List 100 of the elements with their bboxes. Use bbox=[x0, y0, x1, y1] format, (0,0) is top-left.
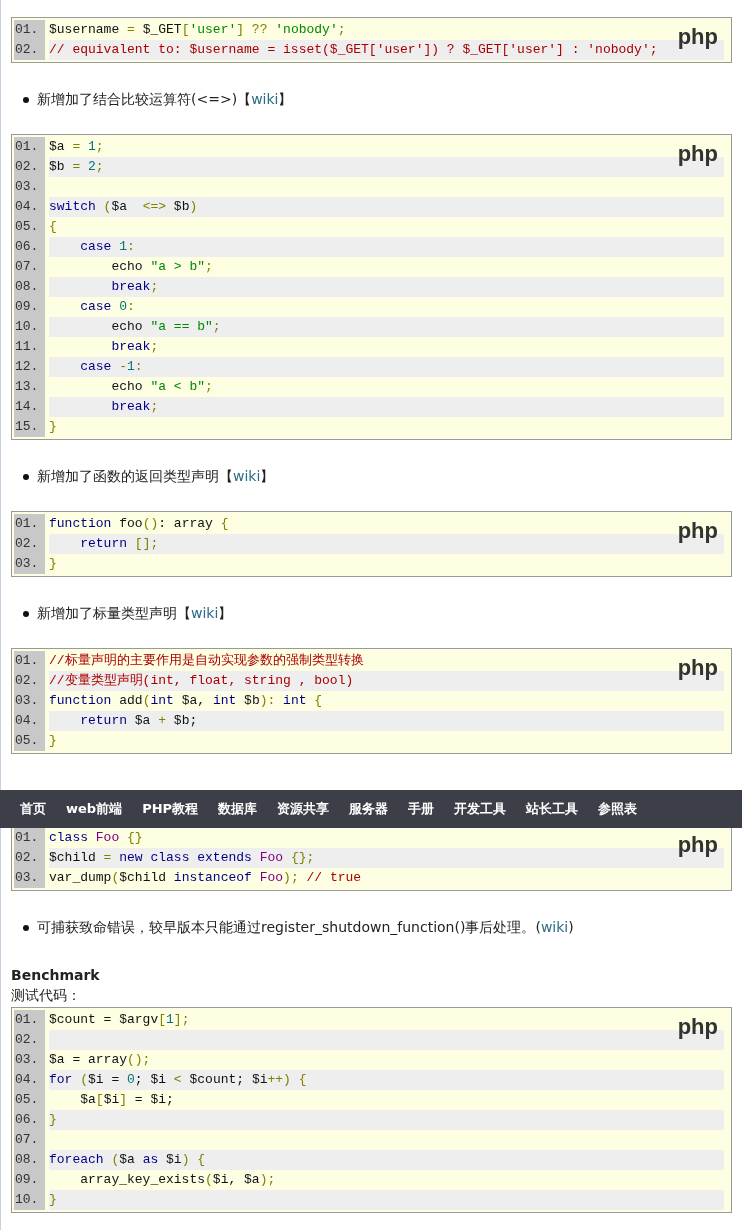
code-line: var_dump($child instanceof Foo); // true bbox=[49, 870, 362, 885]
nav-link[interactable]: 手册 bbox=[408, 800, 435, 818]
code-line: foreach ($a as $i) { bbox=[49, 1152, 206, 1167]
nav-link[interactable]: web前端 bbox=[66, 800, 123, 818]
code-line: case 1: bbox=[79, 239, 135, 254]
line-number: 09. bbox=[14, 297, 45, 317]
bullet-icon bbox=[23, 474, 29, 480]
line-number: 03. bbox=[14, 1050, 45, 1070]
line-number: 05. bbox=[14, 731, 45, 751]
line-number: 01. bbox=[14, 828, 45, 848]
code-line: function foo(): array { bbox=[49, 516, 229, 531]
language-label: php bbox=[677, 1014, 718, 1040]
line-number: 02. bbox=[14, 40, 45, 60]
code-line: case 0: bbox=[79, 299, 135, 314]
line-number: 06. bbox=[14, 237, 45, 257]
line-number: 02. bbox=[14, 534, 45, 554]
line-number: 08. bbox=[14, 277, 45, 297]
code-line: $count = $argv[1]; bbox=[49, 1012, 190, 1027]
wiki-link[interactable]: wiki bbox=[251, 91, 279, 107]
code-line: $a = array(); bbox=[49, 1052, 151, 1067]
line-number: 01. bbox=[14, 514, 45, 534]
line-number: 11. bbox=[14, 337, 45, 357]
line-number: 10. bbox=[14, 1190, 45, 1210]
code-line: { bbox=[49, 219, 57, 234]
line-number: 07. bbox=[14, 1130, 45, 1150]
line-number: 06. bbox=[14, 1110, 45, 1130]
code-line: } bbox=[49, 1112, 57, 1127]
code-line: echo "a > b"; bbox=[110, 259, 213, 274]
code-line: break; bbox=[110, 399, 159, 414]
line-number: 10. bbox=[14, 317, 45, 337]
nav-link[interactable]: 资源共享 bbox=[277, 800, 330, 818]
list-text: 新增加了结合比较运算符(<=>)【wiki】 bbox=[37, 91, 293, 109]
language-label: php bbox=[677, 832, 718, 858]
nav-link[interactable]: 开发工具 bbox=[454, 800, 507, 818]
nav-link[interactable]: PHP教程 bbox=[142, 800, 199, 818]
line-number: 04. bbox=[14, 197, 45, 217]
line-number: 05. bbox=[14, 1090, 45, 1110]
code-line: } bbox=[49, 733, 57, 748]
nav-link[interactable]: 服务器 bbox=[349, 800, 389, 818]
code-line: $username = $_GET['user'] ?? 'nobody'; bbox=[49, 22, 346, 37]
code-line: echo "a < b"; bbox=[110, 379, 213, 394]
line-number: 05. bbox=[14, 217, 45, 237]
line-number: 01. bbox=[14, 137, 45, 157]
line-number: 04. bbox=[14, 711, 45, 731]
code-line: $a = 1; bbox=[49, 139, 104, 154]
line-number: 12. bbox=[14, 357, 45, 377]
line-number: 04. bbox=[14, 1070, 45, 1090]
code-line: class Foo {} bbox=[49, 830, 143, 845]
code-line: function add(int $a, int $b): int { bbox=[49, 693, 323, 708]
list-text: 新增加了函数的返回类型声明【wiki】 bbox=[37, 468, 275, 486]
language-label: php bbox=[677, 141, 718, 167]
line-number: 03. bbox=[14, 691, 45, 711]
code-line: break; bbox=[110, 339, 159, 354]
line-number: 07. bbox=[14, 257, 45, 277]
code-line: return []; bbox=[79, 536, 159, 551]
bullet-icon bbox=[23, 611, 29, 617]
line-number: 01. bbox=[14, 1010, 45, 1030]
code-line: echo "a == b"; bbox=[110, 319, 221, 334]
line-number: 13. bbox=[14, 377, 45, 397]
line-number: 08. bbox=[14, 1150, 45, 1170]
code-line: $a[$i] = $i; bbox=[79, 1092, 174, 1107]
line-number: 02. bbox=[14, 157, 45, 177]
list-text: 可捕获致命错误，较早版本只能通过register_shutdown_function()事后处理。(wiki) bbox=[37, 919, 574, 937]
code-line: $b = 2; bbox=[49, 159, 104, 174]
code-line: array_key_exists($i, $a); bbox=[79, 1172, 276, 1187]
line-number: 02. bbox=[14, 848, 45, 868]
language-label: php bbox=[677, 24, 718, 50]
nav-link[interactable]: 参照表 bbox=[598, 800, 638, 818]
nav-link[interactable]: 站长工具 bbox=[526, 800, 579, 818]
code-line: // equivalent to: $username = isset($_GET['user']) ? $_GET['user'] : 'nobody'; bbox=[49, 42, 658, 57]
list-text: 新增加了标量类型声明【wiki】 bbox=[37, 605, 233, 623]
line-number: 02. bbox=[14, 671, 45, 691]
code-line: case -1: bbox=[79, 359, 143, 374]
bullet-icon bbox=[23, 925, 29, 931]
section-heading: Benchmark bbox=[11, 966, 101, 985]
wiki-link[interactable]: wiki bbox=[233, 468, 261, 484]
line-number: 03. bbox=[14, 554, 45, 574]
wiki-link[interactable]: wiki bbox=[191, 605, 219, 621]
code-line: } bbox=[49, 419, 57, 434]
bullet-icon bbox=[23, 97, 29, 103]
line-number: 15. bbox=[14, 417, 45, 437]
line-number: 03. bbox=[14, 177, 45, 197]
code-line: switch ($a <=> $b) bbox=[49, 199, 198, 214]
wiki-link[interactable]: wiki bbox=[540, 919, 569, 935]
code-line: //标量声明的主要作用是自动实现参数的强制类型转换 bbox=[49, 653, 364, 668]
line-number: 01. bbox=[14, 651, 45, 671]
line-number: 03. bbox=[14, 868, 45, 888]
nav-link[interactable]: 首页 bbox=[20, 800, 46, 818]
line-number: 14. bbox=[14, 397, 45, 417]
nav-link[interactable]: 数据库 bbox=[218, 800, 258, 818]
line-number: 01. bbox=[14, 20, 45, 40]
language-label: php bbox=[677, 655, 718, 681]
line-number: 09. bbox=[14, 1170, 45, 1190]
paragraph: 测试代码： bbox=[11, 986, 82, 1005]
language-label: php bbox=[677, 518, 718, 544]
code-line: for ($i = 0; $i < $count; $i++) { bbox=[49, 1072, 307, 1087]
code-line: } bbox=[49, 1192, 57, 1207]
code-line: break; bbox=[110, 279, 159, 294]
code-line: } bbox=[49, 556, 57, 571]
line-number: 02. bbox=[14, 1030, 45, 1050]
